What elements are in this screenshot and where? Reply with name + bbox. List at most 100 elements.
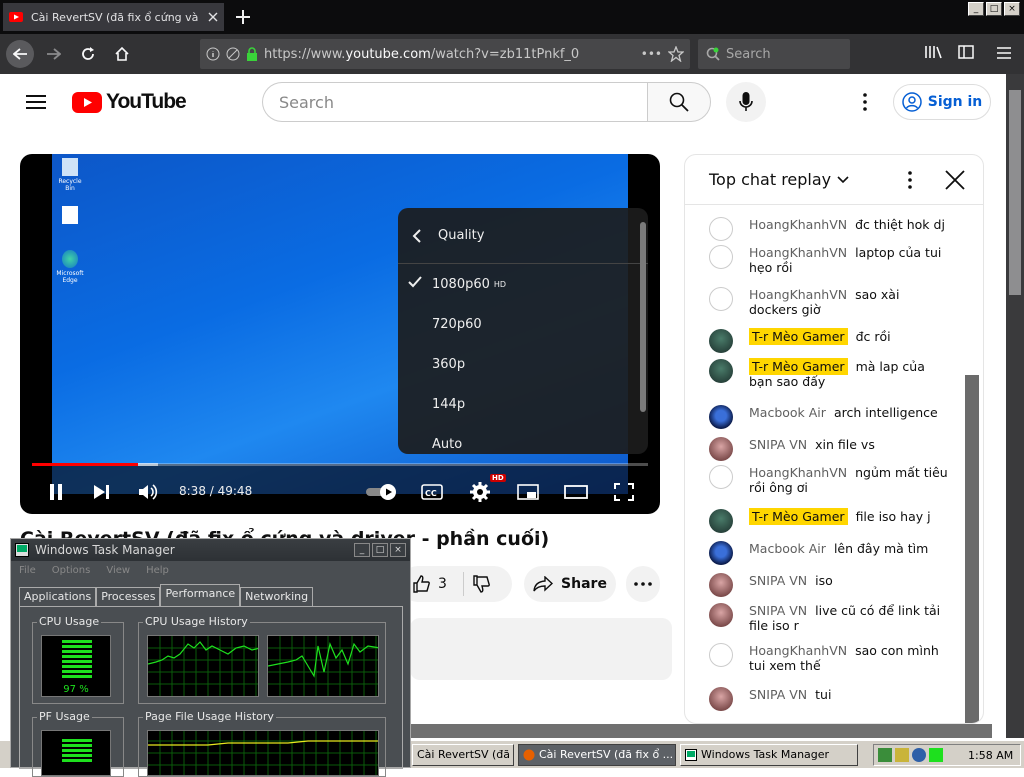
thumbs-down-icon[interactable] [472,575,490,593]
theater-mode-button[interactable] [562,478,590,506]
page-actions-menu[interactable]: ••• [641,47,662,61]
chat-message[interactable]: SNIPA VN tui [709,687,949,711]
youtube-search-button[interactable] [647,82,711,122]
task-manager-minimize[interactable]: _ [354,543,370,557]
share-button[interactable]: Share [524,566,616,602]
minimize-button[interactable]: _ [968,2,984,16]
chevron-down-icon[interactable] [837,175,849,184]
chat-text: đc thiệt hok dj [855,217,945,232]
browser-tab[interactable]: Cài RevertSV (đã fix ổ cứng và dr [3,3,224,31]
library-button[interactable] [924,44,942,60]
quality-option[interactable]: 1080p60 HD [398,264,648,304]
guide-menu-button[interactable] [26,94,46,110]
volume-button[interactable] [134,478,162,506]
quality-option[interactable]: 720p60 [398,304,648,344]
reload-button[interactable] [71,37,105,71]
chat-scrollbar[interactable] [965,375,979,723]
task-manager-titlebar[interactable]: Windows Task Manager [11,539,410,561]
chat-message[interactable]: SNIPA VN live cũ có để link tải file iso … [709,603,949,633]
settings-button[interactable] [466,478,494,506]
home-button[interactable] [105,37,139,71]
menu-file[interactable]: File [19,565,36,576]
tab-networking[interactable]: Networking [240,587,314,606]
more-actions-button[interactable] [626,566,660,602]
menu-view[interactable]: View [106,565,130,576]
pause-button[interactable] [42,478,70,506]
like-button[interactable]: 3 [400,566,512,602]
maximize-button[interactable]: □ [986,2,1002,16]
description-box[interactable] [410,618,672,680]
menu-help[interactable]: Help [146,565,169,576]
info-icon[interactable] [206,47,220,61]
video-player[interactable]: Recycle Bin Microsoft Edge Quality 1080p… [20,154,660,514]
chat-message[interactable]: T-r Mèo Gamer mà lap của bạn sao đấy [709,358,949,389]
task-manager-close[interactable]: × [390,543,406,557]
scroll-up-arrow[interactable] [1006,74,1024,88]
browser-search-placeholder: Search [726,46,771,62]
settings-menu-button[interactable] [856,92,874,112]
chat-message[interactable]: HoangKhanhVN đc thiệt hok dj [709,217,949,241]
chat-message[interactable]: Macbook Air arch intelligence [709,405,949,429]
captions-button[interactable]: CC [418,478,446,506]
autoplay-toggle[interactable] [366,478,400,506]
speaker-tray-icon[interactable] [895,748,909,762]
plus-icon [236,10,250,24]
taskbar-task-browser-1[interactable]: Cài RevertSV (đã fix ổ cứ... [412,744,514,766]
chat-message[interactable]: HoangKhanhVN ngủm mất tiêu rồi ông ơi [709,465,949,495]
browser-search-bar[interactable]: Search [698,39,850,69]
close-tab-icon[interactable] [208,12,218,22]
chat-mode-selector[interactable]: Top chat replay [709,170,831,189]
chat-more-button[interactable] [907,170,913,190]
taskbar-task-taskmanager[interactable]: Windows Task Manager [680,744,858,766]
youtube-search-input[interactable]: Search [262,82,648,122]
sidebar-button[interactable] [958,44,974,60]
cpu-meter-tray-icon[interactable] [929,748,943,762]
quality-option[interactable]: 360p [398,344,648,384]
voice-search-button[interactable] [726,82,766,122]
menu-button[interactable] [996,46,1012,60]
menu-options[interactable]: Options [52,565,91,576]
chat-message[interactable]: T-r Mèo Gamer file iso hay j [709,508,949,533]
shield-tray-icon[interactable] [912,748,926,762]
chat-message[interactable]: SNIPA VN xin file vs [709,437,949,461]
quality-menu-scrollbar[interactable] [640,222,646,412]
quality-option[interactable]: 144p [398,384,648,424]
chat-message[interactable]: T-r Mèo Gamer đc rồi [709,328,949,353]
taskbar-task-label: Windows Task Manager [701,748,830,761]
next-button[interactable] [88,478,116,506]
tab-performance[interactable]: Performance [160,584,241,606]
miniplayer-button[interactable] [514,478,542,506]
back-button[interactable] [3,37,37,71]
fullscreen-button[interactable] [610,478,638,506]
chat-message[interactable]: Macbook Air lên đây mà tìm [709,541,949,565]
page-scrollbar-thumb[interactable] [1009,90,1021,295]
tab-processes[interactable]: Processes [96,587,161,606]
chat-message[interactable]: HoangKhanhVN laptop của tui hẹo rồi [709,245,949,275]
chat-message[interactable]: HoangKhanhVN sao con mình tui xem thế [709,643,949,673]
taskbar-clock[interactable]: 1:58 AM [968,749,1013,762]
quality-menu-header[interactable]: Quality [398,208,648,264]
forward-button[interactable] [37,37,71,71]
video-progress-bar[interactable] [32,463,648,466]
close-window-button[interactable]: × [1004,2,1020,16]
hamburger-menu-icon [26,95,46,109]
chat-message-body: HoangKhanhVN ngủm mất tiêu rồi ông ơi [749,465,949,495]
bookmark-star-icon[interactable] [668,46,684,62]
youtube-logo[interactable]: YouTube [72,90,187,114]
avatar [709,573,733,597]
chat-message[interactable]: HoangKhanhVN sao xài dockers giờ [709,287,949,317]
url-bar[interactable]: https://www.youtube.com/watch?v=zb11tPnk… [200,39,690,69]
tab-applications[interactable]: Applications [19,587,97,606]
permissions-icon[interactable] [226,47,240,61]
browser-nav-bar: https://www.youtube.com/watch?v=zb11tPnk… [0,34,1024,74]
network-tray-icon[interactable] [878,748,892,762]
chat-message[interactable]: SNIPA VN iso [709,573,949,597]
chat-close-button[interactable] [945,170,965,190]
pf-history-group: Page File Usage History [138,710,386,777]
task-manager-maximize[interactable]: □ [372,543,388,557]
taskbar-task-browser-2[interactable]: Cài RevertSV (đã fix ổ ... [518,744,676,766]
quality-option[interactable]: Auto [398,424,648,454]
new-tab-button[interactable] [232,6,254,28]
sign-in-button[interactable]: Sign in [893,84,991,120]
page-scrollbar[interactable] [1006,74,1024,738]
